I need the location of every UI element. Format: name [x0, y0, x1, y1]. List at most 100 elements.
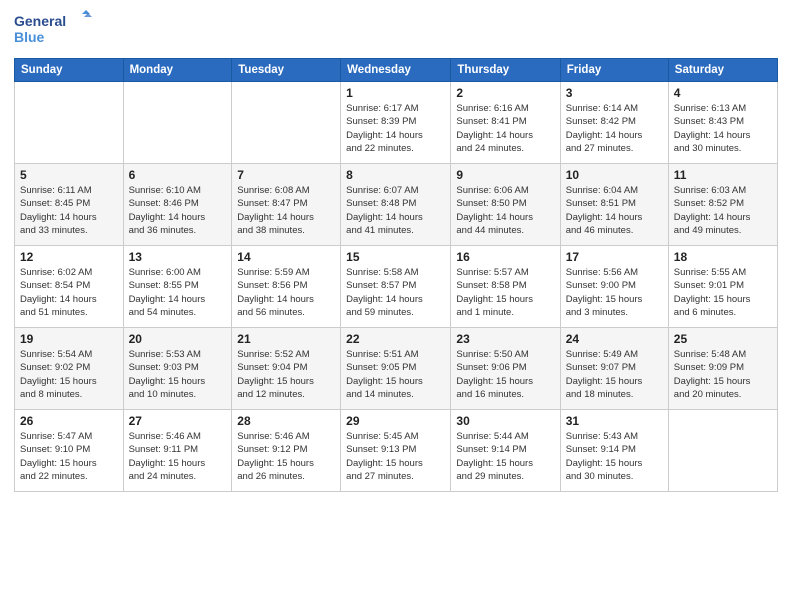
- calendar-cell: 24 Sunrise: 5:49 AM Sunset: 9:07 PM Dayli…: [560, 328, 668, 410]
- day-number: 12: [20, 250, 118, 264]
- calendar-cell: 14 Sunrise: 5:59 AM Sunset: 8:56 PM Dayli…: [232, 246, 341, 328]
- day-number: 30: [456, 414, 554, 428]
- col-header-saturday: Saturday: [668, 59, 777, 82]
- calendar-cell: 25Sunrise: 5:48 AM Sunset: 9:09 PM Dayli…: [668, 328, 777, 410]
- calendar-cell: 8Sunrise: 6:07 AM Sunset: 8:48 PM Daylig…: [341, 164, 451, 246]
- day-info: Sunrise: 6:17 AM Sunset: 8:39 PM Dayligh…: [346, 102, 445, 155]
- day-number: 29: [346, 414, 445, 428]
- day-number: 19: [20, 332, 118, 346]
- day-number: 14: [237, 250, 335, 264]
- col-header-friday: Friday: [560, 59, 668, 82]
- day-info: Sunrise: 5:50 AM Sunset: 9:06 PM Dayligh…: [456, 348, 554, 401]
- day-number: 3: [566, 86, 663, 100]
- day-info: Sunrise: 6:14 AM Sunset: 8:42 PM Dayligh…: [566, 102, 663, 155]
- day-info: Sunrise: 6:10 AM Sunset: 8:46 PM Dayligh…: [129, 184, 227, 237]
- calendar-cell: 26Sunrise: 5:47 AM Sunset: 9:10 PM Dayli…: [15, 410, 124, 492]
- calendar-cell: 27 Sunrise: 5:46 AM Sunset: 9:11 PM Dayli…: [123, 410, 232, 492]
- logo-svg: General Blue: [14, 10, 94, 52]
- calendar-cell: 2Sunrise: 6:16 AM Sunset: 8:41 PM Daylig…: [451, 82, 560, 164]
- calendar-cell: 20 Sunrise: 5:53 AM Sunset: 9:03 PM Dayli…: [123, 328, 232, 410]
- header: General Blue: [14, 10, 778, 52]
- day-info: Sunrise: 5:45 AM Sunset: 9:13 PM Dayligh…: [346, 430, 445, 483]
- day-info: Sunrise: 5:51 AM Sunset: 9:05 PM Dayligh…: [346, 348, 445, 401]
- week-row-3: 12 Sunrise: 6:02 AM Sunset: 8:54 PM Dayli…: [15, 246, 778, 328]
- day-number: 1: [346, 86, 445, 100]
- day-info: Sunrise: 5:59 AM Sunset: 8:56 PM Dayligh…: [237, 266, 335, 319]
- svg-text:Blue: Blue: [14, 29, 45, 45]
- day-info: Sunrise: 6:13 AM Sunset: 8:43 PM Dayligh…: [674, 102, 772, 155]
- day-info: Sunrise: 5:55 AM Sunset: 9:01 PM Dayligh…: [674, 266, 772, 319]
- day-info: Sunrise: 6:08 AM Sunset: 8:47 PM Dayligh…: [237, 184, 335, 237]
- calendar-cell: 9 Sunrise: 6:06 AM Sunset: 8:50 PM Daylig…: [451, 164, 560, 246]
- week-row-5: 26Sunrise: 5:47 AM Sunset: 9:10 PM Dayli…: [15, 410, 778, 492]
- calendar-cell: 13Sunrise: 6:00 AM Sunset: 8:55 PM Dayli…: [123, 246, 232, 328]
- day-number: 18: [674, 250, 772, 264]
- day-number: 27: [129, 414, 227, 428]
- calendar-cell: 15Sunrise: 5:58 AM Sunset: 8:57 PM Dayli…: [341, 246, 451, 328]
- calendar-cell: 1 Sunrise: 6:17 AM Sunset: 8:39 PM Daylig…: [341, 82, 451, 164]
- day-number: 23: [456, 332, 554, 346]
- day-info: Sunrise: 5:56 AM Sunset: 9:00 PM Dayligh…: [566, 266, 663, 319]
- calendar-cell: 3 Sunrise: 6:14 AM Sunset: 8:42 PM Daylig…: [560, 82, 668, 164]
- calendar-cell: 29 Sunrise: 5:45 AM Sunset: 9:13 PM Dayli…: [341, 410, 451, 492]
- day-info: Sunrise: 5:53 AM Sunset: 9:03 PM Dayligh…: [129, 348, 227, 401]
- calendar-cell: 4 Sunrise: 6:13 AM Sunset: 8:43 PM Daylig…: [668, 82, 777, 164]
- week-row-4: 19 Sunrise: 5:54 AM Sunset: 9:02 PM Dayli…: [15, 328, 778, 410]
- col-header-tuesday: Tuesday: [232, 59, 341, 82]
- day-info: Sunrise: 5:44 AM Sunset: 9:14 PM Dayligh…: [456, 430, 554, 483]
- day-number: 15: [346, 250, 445, 264]
- calendar-cell: 6 Sunrise: 6:10 AM Sunset: 8:46 PM Daylig…: [123, 164, 232, 246]
- calendar-cell: 22Sunrise: 5:51 AM Sunset: 9:05 PM Dayli…: [341, 328, 451, 410]
- day-number: 21: [237, 332, 335, 346]
- day-number: 8: [346, 168, 445, 182]
- col-header-sunday: Sunday: [15, 59, 124, 82]
- calendar-cell: 18 Sunrise: 5:55 AM Sunset: 9:01 PM Dayli…: [668, 246, 777, 328]
- day-number: 20: [129, 332, 227, 346]
- col-header-wednesday: Wednesday: [341, 59, 451, 82]
- day-info: Sunrise: 6:04 AM Sunset: 8:51 PM Dayligh…: [566, 184, 663, 237]
- day-number: 4: [674, 86, 772, 100]
- day-info: Sunrise: 5:43 AM Sunset: 9:14 PM Dayligh…: [566, 430, 663, 483]
- day-number: 26: [20, 414, 118, 428]
- day-number: 31: [566, 414, 663, 428]
- calendar-cell: 7 Sunrise: 6:08 AM Sunset: 8:47 PM Daylig…: [232, 164, 341, 246]
- day-info: Sunrise: 6:06 AM Sunset: 8:50 PM Dayligh…: [456, 184, 554, 237]
- day-info: Sunrise: 6:11 AM Sunset: 8:45 PM Dayligh…: [20, 184, 118, 237]
- col-header-monday: Monday: [123, 59, 232, 82]
- day-info: Sunrise: 5:52 AM Sunset: 9:04 PM Dayligh…: [237, 348, 335, 401]
- calendar-cell: 30 Sunrise: 5:44 AM Sunset: 9:14 PM Dayli…: [451, 410, 560, 492]
- calendar-cell: 10 Sunrise: 6:04 AM Sunset: 8:51 PM Dayli…: [560, 164, 668, 246]
- day-number: 6: [129, 168, 227, 182]
- calendar-cell: 31 Sunrise: 5:43 AM Sunset: 9:14 PM Dayli…: [560, 410, 668, 492]
- day-number: 7: [237, 168, 335, 182]
- day-info: Sunrise: 6:00 AM Sunset: 8:55 PM Dayligh…: [129, 266, 227, 319]
- calendar-cell: [668, 410, 777, 492]
- logo: General Blue: [14, 10, 94, 52]
- day-number: 28: [237, 414, 335, 428]
- calendar-cell: 19 Sunrise: 5:54 AM Sunset: 9:02 PM Dayli…: [15, 328, 124, 410]
- day-info: Sunrise: 5:57 AM Sunset: 8:58 PM Dayligh…: [456, 266, 554, 319]
- calendar-cell: 23 Sunrise: 5:50 AM Sunset: 9:06 PM Dayli…: [451, 328, 560, 410]
- calendar-cell: 17Sunrise: 5:56 AM Sunset: 9:00 PM Dayli…: [560, 246, 668, 328]
- week-row-2: 5 Sunrise: 6:11 AM Sunset: 8:45 PM Daylig…: [15, 164, 778, 246]
- day-number: 9: [456, 168, 554, 182]
- day-number: 11: [674, 168, 772, 182]
- day-info: Sunrise: 6:02 AM Sunset: 8:54 PM Dayligh…: [20, 266, 118, 319]
- day-info: Sunrise: 5:46 AM Sunset: 9:11 PM Dayligh…: [129, 430, 227, 483]
- calendar-cell: 16 Sunrise: 5:57 AM Sunset: 8:58 PM Dayli…: [451, 246, 560, 328]
- calendar: SundayMondayTuesdayWednesdayThursdayFrid…: [14, 58, 778, 492]
- week-row-1: 1 Sunrise: 6:17 AM Sunset: 8:39 PM Daylig…: [15, 82, 778, 164]
- calendar-cell: 5 Sunrise: 6:11 AM Sunset: 8:45 PM Daylig…: [15, 164, 124, 246]
- day-number: 10: [566, 168, 663, 182]
- calendar-cell: 21 Sunrise: 5:52 AM Sunset: 9:04 PM Dayli…: [232, 328, 341, 410]
- day-number: 24: [566, 332, 663, 346]
- svg-text:General: General: [14, 13, 66, 29]
- calendar-cell: [232, 82, 341, 164]
- day-info: Sunrise: 5:54 AM Sunset: 9:02 PM Dayligh…: [20, 348, 118, 401]
- day-number: 16: [456, 250, 554, 264]
- calendar-cell: 12 Sunrise: 6:02 AM Sunset: 8:54 PM Dayli…: [15, 246, 124, 328]
- day-number: 5: [20, 168, 118, 182]
- day-number: 25: [674, 332, 772, 346]
- day-info: Sunrise: 5:49 AM Sunset: 9:07 PM Dayligh…: [566, 348, 663, 401]
- day-number: 2: [456, 86, 554, 100]
